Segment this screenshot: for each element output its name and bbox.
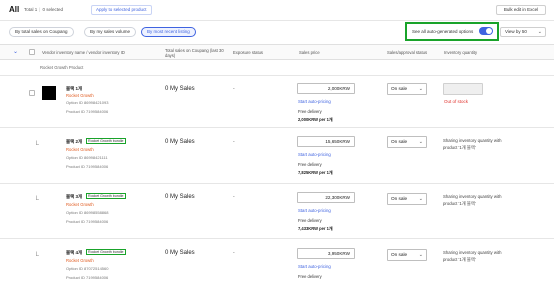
total-sales-value: 0 My Sales [165,86,195,92]
product-name[interactable]: 블랙 4개 [66,250,82,256]
inventory-sharing-note: Sharing inventory quantity with product … [443,194,502,206]
rocket-growth-label: Rocket Growth [66,202,94,207]
exposure-status: - [233,250,235,256]
row-divider [0,183,554,184]
product-id: Product ID 7199584006 [66,164,109,169]
exposure-status: - [233,139,235,145]
start-auto-pricing-link[interactable]: Start auto-pricing [298,264,331,269]
apply-to-selected-button[interactable]: Apply to selected product [91,5,152,15]
free-delivery-label: Free delivery [298,218,322,223]
row-divider [0,238,554,239]
free-delivery-label: Free delivery [298,274,322,279]
expand-all-chevron-icon[interactable]: ⌄ [13,48,18,55]
product-name[interactable]: 블랙 3개 [66,194,82,200]
table-header: ⌄ Vendor inventory name / vendor invento… [0,44,554,60]
bundle-tag: Rocket Growth bundle [86,249,126,255]
sale-status-value: On sale [391,252,408,257]
out-of-stock-label: Out of stock [444,99,469,104]
row-checkbox[interactable] [29,90,35,96]
child-branch-icon: └ [34,142,39,149]
chevron-down-icon: ⌄ [418,139,423,145]
chevron-down-icon: ⌄ [418,252,423,258]
price-input[interactable]: 15,650KRW [297,136,355,147]
price-input[interactable]: 22,300KRW [297,192,355,203]
auto-options-label: See all auto-generated options [412,29,474,34]
product-id: Product ID 7199584006 [66,109,109,114]
row-divider [0,127,554,128]
filter-total-sales-button[interactable]: By total sales on Coupang [9,27,74,37]
column-exposure: Exposure status [233,50,264,55]
chevron-down-icon: ⌄ [418,86,423,92]
column-sales-price: Sales price [299,50,320,55]
chevron-down-icon: ⌄ [418,196,423,202]
top-bar: All Total 1 | 0 selected Apply to selected… [0,0,554,22]
column-sales-approval: Sales/approval status [387,50,428,55]
start-auto-pricing-link[interactable]: Start auto-pricing [298,208,331,213]
inventory-input[interactable] [443,83,483,95]
selection-meta: Total 1 | 0 selected [24,7,63,12]
inventory-sharing-note: Sharing inventory quantity with product … [443,138,502,150]
total-sales-value: 0 My Sales [165,250,195,256]
bundle-tag: Rocket Growth bundle [86,138,126,144]
bulk-edit-excel-button[interactable]: Bulk edit in Excel [496,5,546,15]
free-delivery-label: Free delivery [298,109,322,114]
auto-options-toggle[interactable] [479,27,493,35]
column-vendor[interactable]: Vendor inventory name / vendor inventory… [42,50,125,55]
inventory-sharing-note: Sharing inventory quantity with product … [443,250,502,262]
sale-status-value: On sale [391,86,408,91]
unit-price: 2,000KRW per 1개 [298,117,333,122]
child-branch-icon: └ [34,253,39,260]
exposure-status: - [233,194,235,200]
unit-price: 7,433KRW per 1개 [298,226,333,231]
start-auto-pricing-link[interactable]: Start auto-pricing [298,152,331,157]
divider [0,20,554,21]
selected-count: 0 selected [42,7,63,12]
product-name[interactable]: 블랙 2개 [66,139,82,145]
rocket-growth-label: Rocket Growth [66,93,94,98]
filter-my-sales-button[interactable]: By my sales volume [84,27,137,37]
rocket-growth-label: Rocket Growth [66,258,94,263]
view-by-label: View by 50 [505,29,527,34]
start-auto-pricing-link[interactable]: Start auto-pricing [298,99,331,104]
total-sales-value: 0 My Sales [165,139,195,145]
chevron-down-icon: ⌄ [537,29,542,35]
column-total-sales[interactable]: Total sales on Coupang (last 30 days) [165,48,229,58]
sale-status-select[interactable]: On sale ⌄ [387,83,427,95]
product-id: Product ID 7199584006 [66,219,109,224]
exposure-status: - [233,86,235,92]
group-label: Rocket Growth Product [40,65,84,70]
product-thumbnail [42,86,56,100]
row-divider [0,75,554,76]
option-id: Option ID 86998421111 [66,155,108,160]
sale-status-select[interactable]: On sale ⌄ [387,193,427,205]
rocket-growth-label: Rocket Growth [66,147,94,152]
child-branch-icon: └ [34,197,39,204]
view-by-select[interactable]: View by 50 ⌄ [500,27,546,37]
select-all-checkbox[interactable] [29,49,35,55]
total-sales-value: 0 My Sales [165,194,195,200]
free-delivery-label: Free delivery [298,162,322,167]
product-name[interactable]: 블랙 1개 [66,86,82,92]
unit-price: 7,825KRW per 1개 [298,170,333,175]
sale-status-value: On sale [391,196,408,201]
option-id: Option ID 87072514560 [66,266,109,271]
page-title: All [9,5,20,14]
sale-status-value: On sale [391,139,408,144]
option-id: Option ID 86998558868 [66,210,109,215]
sale-status-select[interactable]: On sale ⌄ [387,249,427,261]
sale-status-select[interactable]: On sale ⌄ [387,136,427,148]
option-id: Option ID 86998421093 [66,100,109,105]
product-id: Product ID 7199584006 [66,275,109,280]
filter-recent-listing-button[interactable]: By most recent listing [141,27,196,37]
column-inventory: Inventory quantity [444,50,478,55]
bundle-tag: Rocket Growth bundle [86,193,126,199]
price-input[interactable]: 2,000KRW [297,83,355,94]
price-input[interactable]: 3,950KRW [297,248,355,259]
total-count: Total 1 [24,7,38,12]
